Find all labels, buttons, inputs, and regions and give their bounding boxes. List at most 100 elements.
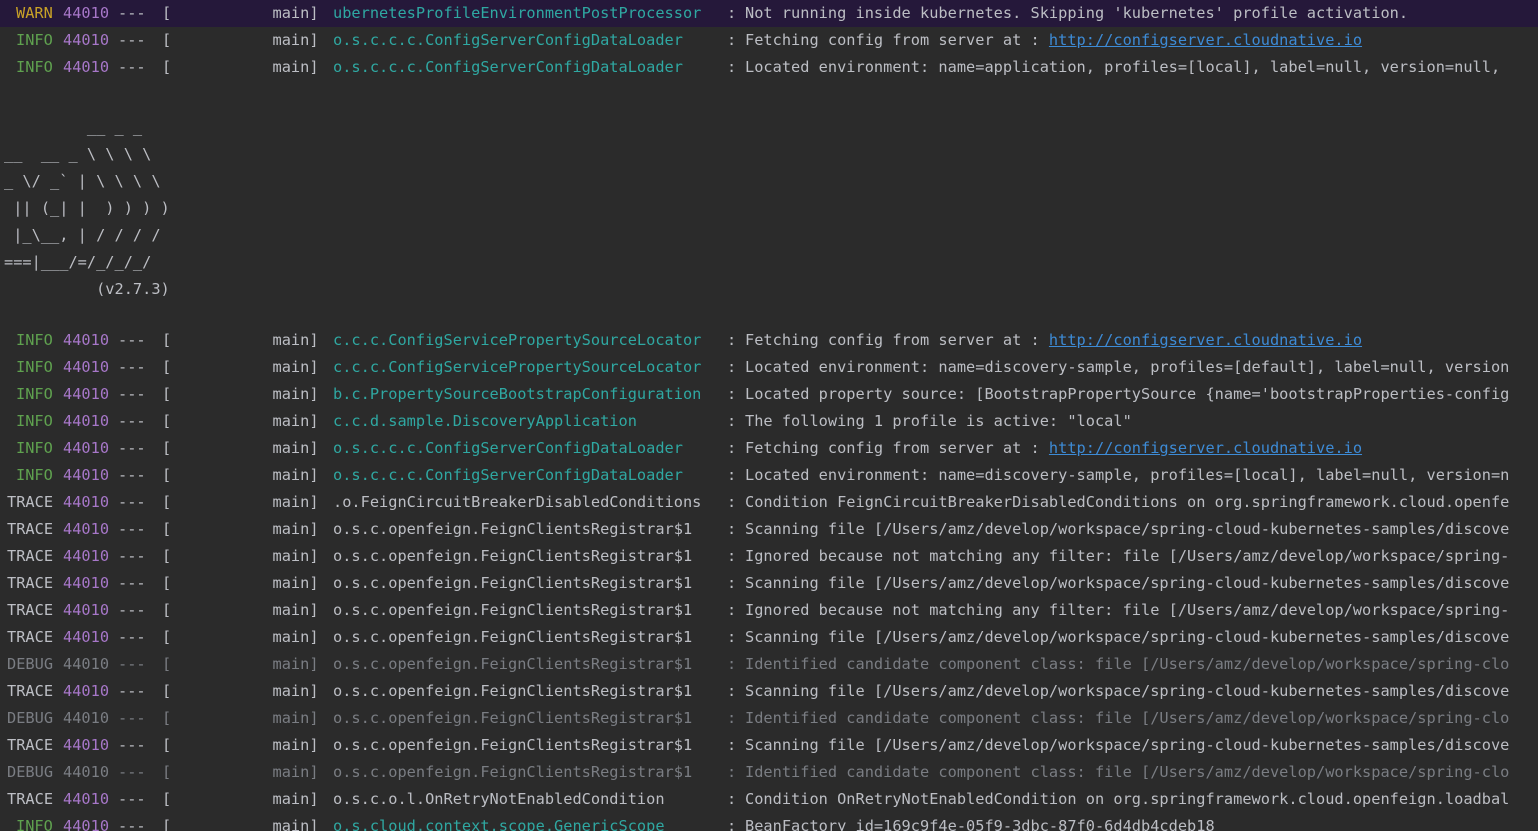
log-message: Ignored because not matching any filter:… xyxy=(745,597,1509,624)
log-level: INFO xyxy=(16,817,53,831)
logger-name: b.c.PropertySourceBootstrapConfiguration xyxy=(333,385,702,403)
colon-separator: : xyxy=(727,31,737,49)
thread-name: [ main] xyxy=(162,547,319,565)
colon-separator: : xyxy=(727,628,737,646)
logger-name: o.s.c.openfeign.FeignClientsRegistrar$1 xyxy=(333,763,693,781)
log-message: Scanning file [/Users/amz/develop/worksp… xyxy=(745,678,1509,705)
thread-name: [ main] xyxy=(162,628,319,646)
process-id: 44010 xyxy=(63,682,110,700)
logger-name: o.s.c.openfeign.FeignClientsRegistrar$1 xyxy=(333,736,693,754)
logger-name: o.s.c.openfeign.FeignClientsRegistrar$1 xyxy=(333,547,693,565)
logger-name: o.s.c.openfeign.FeignClientsRegistrar$1 xyxy=(333,628,693,646)
logger-name: o.s.c.openfeign.FeignClientsRegistrar$1 xyxy=(333,682,693,700)
logger-name: c.c.d.sample.DiscoveryApplication xyxy=(333,412,637,430)
log-level: TRACE xyxy=(7,682,54,700)
log-line: WARN 44010 --- [ main] ubernetesProfileEnvir… xyxy=(0,0,1538,27)
log-message-text: Condition FeignCircuitBreakerDisabledCon… xyxy=(745,493,1510,511)
log-message: Scanning file [/Users/amz/develop/worksp… xyxy=(745,570,1509,597)
logger-name: o.s.c.c.c.ConfigServerConfigDataLoader xyxy=(333,466,683,484)
log-line: INFO 44010 --- [ main] o.s.c.c.c.ConfigServe… xyxy=(0,54,1538,81)
log-line: TRACE 44010 --- [ main] .o.FeignCircuitBreak… xyxy=(0,489,1538,516)
log-line: DEBUG 44010 --- [ main] o.s.c.openfeign.Feig… xyxy=(0,651,1538,678)
config-server-link[interactable]: http://configserver.cloudnative.io xyxy=(1049,31,1362,49)
thread-name: [ main] xyxy=(162,412,319,430)
thread-name: [ main] xyxy=(162,466,319,484)
separator: --- xyxy=(118,520,146,538)
process-id: 44010 xyxy=(63,4,110,22)
log-level: WARN xyxy=(16,4,53,22)
log-level: DEBUG xyxy=(7,655,54,673)
separator: --- xyxy=(118,358,146,376)
config-server-link[interactable]: http://configserver.cloudnative.io xyxy=(1049,439,1362,457)
process-id: 44010 xyxy=(63,466,110,484)
logger-name: o.s.c.c.c.ConfigServerConfigDataLoader xyxy=(333,58,683,76)
log-message-text: Ignored because not matching any filter:… xyxy=(745,601,1510,619)
logger-name: o.s.cloud.context.scope.GenericScope xyxy=(333,817,665,831)
log-message: Located property source: [BootstrapPrope… xyxy=(745,381,1509,408)
separator: --- xyxy=(118,763,146,781)
colon-separator: : xyxy=(727,4,737,22)
process-id: 44010 xyxy=(63,736,110,754)
log-message-text: Identified candidate component class: fi… xyxy=(745,655,1510,673)
log-level: TRACE xyxy=(7,790,54,808)
log-line: TRACE 44010 --- [ main] o.s.c.openfeign.Feig… xyxy=(0,732,1538,759)
separator: --- xyxy=(118,466,146,484)
log-message-text: Condition OnRetryNotEnabledCondition on … xyxy=(745,790,1510,808)
separator: --- xyxy=(118,385,146,403)
log-line: INFO 44010 --- [ main] o.s.c.c.c.ConfigServe… xyxy=(0,462,1538,489)
logger-name: o.s.c.c.c.ConfigServerConfigDataLoader xyxy=(333,31,683,49)
log-line: INFO 44010 --- [ main] c.c.c.ConfigServicePr… xyxy=(0,327,1538,354)
log-message: Scanning file [/Users/amz/develop/worksp… xyxy=(745,732,1509,759)
process-id: 44010 xyxy=(63,790,110,808)
thread-name: [ main] xyxy=(162,358,319,376)
colon-separator: : xyxy=(727,412,737,430)
logger-name: o.s.c.o.l.OnRetryNotEnabledCondition xyxy=(333,790,665,808)
process-id: 44010 xyxy=(63,601,110,619)
log-message-text: BeanFactory id=169c9f4e-05f9-3dbc-87f0-6… xyxy=(745,817,1215,831)
thread-name: [ main] xyxy=(162,601,319,619)
spring-banner-line: |_\__, | / / / / xyxy=(4,226,161,244)
thread-name: [ main] xyxy=(162,520,319,538)
log-line: INFO 44010 --- [ main] c.c.c.ConfigServicePr… xyxy=(0,354,1538,381)
log-message: Scanning file [/Users/amz/develop/worksp… xyxy=(745,516,1509,543)
separator: --- xyxy=(118,31,146,49)
separator: --- xyxy=(118,439,146,457)
process-id: 44010 xyxy=(63,574,110,592)
process-id: 44010 xyxy=(63,493,110,511)
colon-separator: : xyxy=(727,520,737,538)
separator: --- xyxy=(118,817,146,831)
log-level: TRACE xyxy=(7,736,54,754)
colon-separator: : xyxy=(727,736,737,754)
log-line: DEBUG 44010 --- [ main] o.s.c.openfeign.Feig… xyxy=(0,705,1538,732)
thread-name: [ main] xyxy=(162,493,319,511)
log-line: INFO 44010 --- [ main] c.c.d.sample.Discover… xyxy=(0,408,1538,435)
log-level: INFO xyxy=(16,439,53,457)
colon-separator: : xyxy=(727,439,737,457)
log-line: TRACE 44010 --- [ main] o.s.c.openfeign.Feig… xyxy=(0,624,1538,651)
log-message: Scanning file [/Users/amz/develop/worksp… xyxy=(745,624,1509,651)
log-line: TRACE 44010 --- [ main] o.s.c.openfeign.Feig… xyxy=(0,543,1538,570)
log-message: Ignored because not matching any filter:… xyxy=(745,543,1509,570)
thread-name: [ main] xyxy=(162,817,319,831)
log-message-text: Located environment: name=discovery-samp… xyxy=(745,358,1510,376)
console-output: WARN 44010 --- [ main] ubernetesProfileEnvir… xyxy=(0,0,1538,831)
log-line: TRACE 44010 --- [ main] o.s.c.openfeign.Feig… xyxy=(0,678,1538,705)
colon-separator: : xyxy=(727,709,737,727)
process-id: 44010 xyxy=(63,439,110,457)
colon-separator: : xyxy=(727,358,737,376)
log-message-text: The following 1 profile is active: "loca… xyxy=(745,412,1132,430)
separator: --- xyxy=(118,493,146,511)
process-id: 44010 xyxy=(63,412,110,430)
log-message-text: Scanning file [/Users/amz/develop/worksp… xyxy=(745,574,1510,592)
log-line: TRACE 44010 --- [ main] o.s.c.openfeign.Feig… xyxy=(0,570,1538,597)
logger-name: c.c.c.ConfigServicePropertySourceLocator xyxy=(333,331,702,349)
config-server-link[interactable]: http://configserver.cloudnative.io xyxy=(1049,331,1362,349)
thread-name: [ main] xyxy=(162,574,319,592)
spring-banner-line: ===|___/=/_/_/_/ xyxy=(4,253,152,271)
separator: --- xyxy=(118,601,146,619)
thread-name: [ main] xyxy=(162,439,319,457)
log-message: Located environment: name=application, p… xyxy=(745,54,1500,81)
logger-name: c.c.c.ConfigServicePropertySourceLocator xyxy=(333,358,702,376)
log-level: INFO xyxy=(16,31,53,49)
log-line: TRACE 44010 --- [ main] o.s.c.openfeign.Feig… xyxy=(0,597,1538,624)
